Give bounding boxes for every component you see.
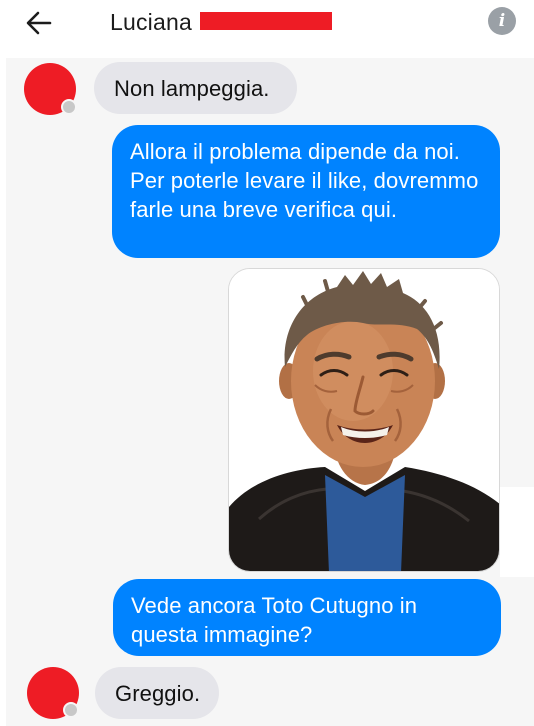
background-strip [500, 487, 534, 577]
message-text: Greggio. [115, 681, 201, 706]
contact-name[interactable]: Luciana [110, 9, 192, 36]
arrow-left-icon [26, 11, 52, 35]
info-button[interactable]: i [488, 7, 516, 35]
outgoing-message-bubble[interactable]: Vede ancora Toto Cutugno in questa immag… [113, 579, 501, 656]
info-icon: i [498, 11, 506, 31]
messenger-badge-icon [63, 702, 79, 718]
redaction-bar [200, 12, 332, 30]
message-text: Vede ancora Toto Cutugno in questa immag… [131, 593, 418, 647]
message-text: Allora il problema dipende da noi. Per p… [130, 139, 479, 222]
smiling-man-photo [229, 269, 499, 571]
incoming-message-bubble[interactable]: Non lampeggia. [94, 62, 297, 114]
message-text: Non lampeggia. [114, 76, 270, 101]
outgoing-message-bubble[interactable]: Allora il problema dipende da noi. Per p… [112, 125, 500, 258]
messenger-badge-icon [61, 99, 77, 115]
chat-header: Luciana i [0, 0, 534, 50]
outgoing-photo-message[interactable] [228, 268, 500, 572]
incoming-message-bubble[interactable]: Greggio. [95, 667, 219, 719]
back-button[interactable] [22, 6, 56, 40]
